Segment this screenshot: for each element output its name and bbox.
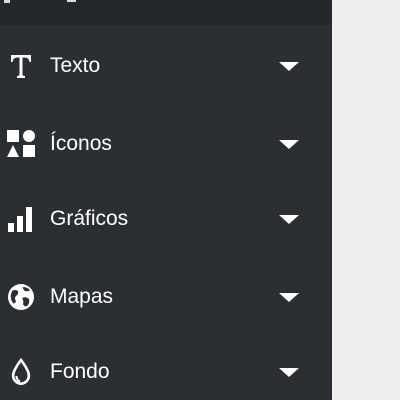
chevron-down-icon[interactable]: [279, 368, 299, 377]
sidebar-item-label: Mapas: [50, 285, 114, 308]
sidebar-item-texto[interactable]: Texto: [0, 35, 332, 97]
sidebar-item-fondo[interactable]: Fondo: [0, 341, 332, 400]
chevron-down-icon[interactable]: [279, 215, 299, 224]
sidebar-item-label: Fondo: [50, 360, 110, 383]
sidebar-item-mapas[interactable]: Mapas: [0, 266, 332, 328]
sidebar-item-label: Gráficos: [50, 207, 129, 230]
sidebar-item-label: Íconos: [50, 132, 112, 155]
sidebar: Texto Íconos Gráficos Mapas Fondo: [0, 0, 332, 400]
header-text-fragment: [67, 0, 76, 2]
sidebar-item-graficos[interactable]: Gráficos: [0, 188, 332, 250]
sidebar-header: [0, 0, 332, 25]
chevron-down-icon[interactable]: [279, 62, 299, 71]
chevron-down-icon[interactable]: [279, 140, 299, 149]
sidebar-item-label: Texto: [50, 54, 101, 77]
shapes-icon: [6, 129, 36, 159]
sidebar-item-iconos[interactable]: Íconos: [0, 113, 332, 175]
globe-icon: [6, 282, 36, 312]
bar-chart-icon: [6, 204, 36, 234]
header-icon: [4, 0, 10, 3]
text-t-icon: [6, 51, 36, 81]
droplet-icon: [6, 357, 36, 387]
chevron-down-icon[interactable]: [279, 293, 299, 302]
